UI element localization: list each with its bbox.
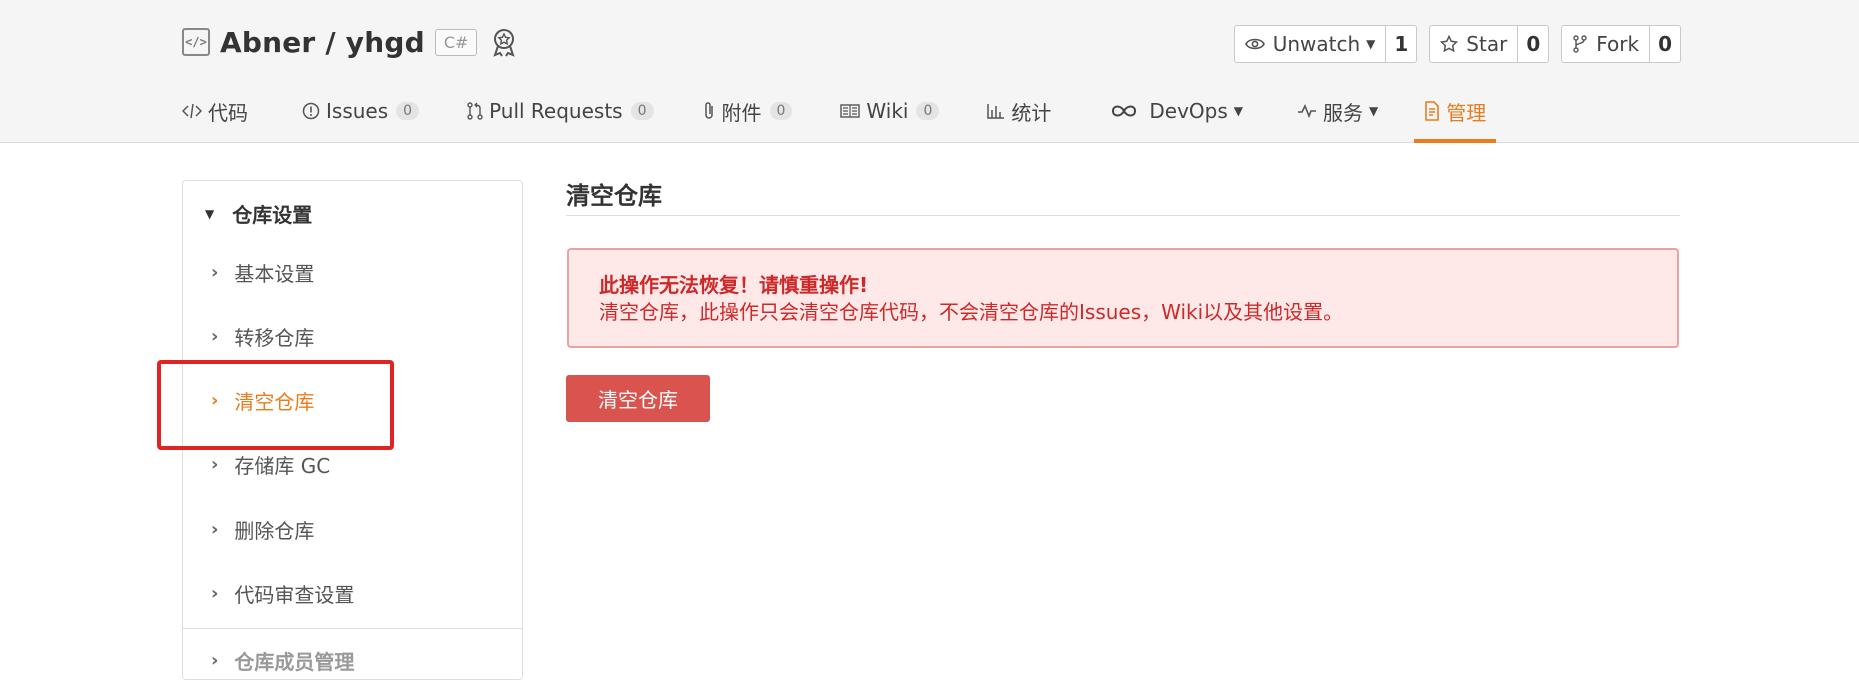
chevron-down-icon: ▼ bbox=[1233, 104, 1244, 118]
sidebar-item-label: 清空仓库 bbox=[234, 390, 315, 414]
infinity-icon bbox=[1111, 104, 1137, 118]
chevron-down-icon: ▼ bbox=[1366, 37, 1376, 51]
paperclip-icon bbox=[702, 101, 716, 121]
tab-code[interactable]: 代码 bbox=[182, 86, 248, 136]
chevron-right-icon: › bbox=[211, 519, 219, 540]
sidebar-item-clear-repo[interactable]: › 清空仓库 bbox=[211, 386, 314, 415]
sidebar-item-delete-repo[interactable]: › 删除仓库 bbox=[211, 515, 314, 544]
tab-manage[interactable]: 管理 bbox=[1414, 86, 1497, 143]
chevron-right-icon: › bbox=[211, 390, 219, 411]
repo-header: </> Abner / yhgd C# Unwatch ▼ 1 Star 0 F… bbox=[0, 0, 1859, 143]
fork-label: Fork bbox=[1596, 32, 1640, 56]
issue-icon bbox=[302, 102, 320, 120]
tab-attachments-label: 附件 bbox=[721, 100, 762, 125]
chevron-right-icon: › bbox=[211, 262, 219, 283]
code-icon bbox=[182, 103, 202, 119]
award-icon[interactable] bbox=[489, 26, 519, 58]
star-label: Star bbox=[1466, 32, 1508, 56]
unwatch-button[interactable]: Unwatch ▼ bbox=[1235, 26, 1387, 62]
star-button[interactable]: Star bbox=[1430, 26, 1519, 62]
tab-pull-requests[interactable]: Pull Requests 0 bbox=[467, 86, 654, 136]
pulse-icon bbox=[1297, 104, 1317, 118]
title-divider bbox=[566, 215, 1680, 216]
unwatch-label: Unwatch bbox=[1272, 32, 1361, 56]
repo-owner-name[interactable]: Abner / yhgd bbox=[220, 26, 425, 59]
sidebar-section-repo-settings[interactable]: ▼ 仓库设置 bbox=[205, 199, 312, 228]
tab-devops[interactable]: DevOps ▼ bbox=[1111, 86, 1243, 136]
pull-request-icon bbox=[467, 102, 483, 120]
watch-count[interactable]: 1 bbox=[1386, 26, 1416, 62]
tab-wiki[interactable]: Wiki 0 bbox=[840, 86, 940, 136]
tab-manage-label: 管理 bbox=[1446, 100, 1487, 125]
tab-statistics[interactable]: 统计 bbox=[987, 86, 1051, 136]
pull-requests-count: 0 bbox=[630, 102, 654, 120]
sidebar-item-label: 转移仓库 bbox=[234, 326, 315, 350]
settings-doc-icon bbox=[1424, 101, 1440, 121]
page-title: 清空仓库 bbox=[566, 182, 662, 210]
star-button-group: Star 0 bbox=[1429, 25, 1550, 63]
sidebar-item-transfer-repo[interactable]: › 转移仓库 bbox=[211, 322, 314, 351]
sidebar-item-label: 代码审查设置 bbox=[234, 583, 355, 607]
book-icon bbox=[840, 103, 861, 119]
issues-count: 0 bbox=[396, 102, 420, 120]
fork-count[interactable]: 0 bbox=[1650, 26, 1680, 62]
sidebar-item-label: 存储库 GC bbox=[234, 454, 331, 478]
chevron-down-icon: ▼ bbox=[1369, 104, 1379, 118]
tab-pull-requests-label: Pull Requests bbox=[489, 99, 623, 123]
sidebar-divider bbox=[183, 628, 522, 629]
alert-title: 此操作无法恢复！请慎重操作! bbox=[599, 273, 869, 297]
sidebar-item-label: 基本设置 bbox=[234, 262, 315, 286]
sidebar-section-title: 仓库设置 bbox=[232, 203, 313, 227]
fork-icon bbox=[1572, 35, 1588, 53]
chevron-right-icon: › bbox=[211, 583, 219, 604]
sidebar-section-member-management[interactable]: › 仓库成员管理 bbox=[211, 646, 354, 675]
chevron-right-icon: › bbox=[211, 326, 219, 347]
wiki-count: 0 bbox=[916, 102, 940, 120]
tab-services-label: 服务 bbox=[1323, 100, 1364, 125]
star-icon bbox=[1440, 35, 1459, 53]
sidebar-section-label: 仓库成员管理 bbox=[234, 650, 355, 674]
clear-repo-button[interactable]: 清空仓库 bbox=[566, 375, 710, 422]
tab-issues[interactable]: Issues 0 bbox=[302, 86, 420, 136]
fork-button[interactable]: Fork bbox=[1562, 26, 1651, 62]
sidebar-item-basic-settings[interactable]: › 基本设置 bbox=[211, 258, 314, 287]
code-repo-icon: </> bbox=[182, 28, 210, 56]
tab-issues-label: Issues bbox=[326, 99, 389, 123]
bar-chart-icon bbox=[987, 103, 1005, 119]
warning-alert: 此操作无法恢复！请慎重操作! 清空仓库，此操作只会清空仓库代码，不会清空仓库的I… bbox=[567, 248, 1679, 348]
repo-nav-tabs: 代码 Issues 0 Pull Requests 0 附件 0 Wiki 0 … bbox=[182, 86, 1534, 143]
sidebar-item-storage-gc[interactable]: › 存储库 GC bbox=[211, 450, 330, 479]
tab-wiki-label: Wiki bbox=[866, 99, 909, 123]
repo-actions: Unwatch ▼ 1 Star 0 Fork 0 bbox=[1233, 25, 1681, 63]
sidebar-item-code-review-settings[interactable]: › 代码审查设置 bbox=[211, 579, 354, 608]
sidebar-item-label: 删除仓库 bbox=[234, 519, 315, 543]
settings-sidebar: ▼ 仓库设置 › 基本设置 › 转移仓库 › 清空仓库 › 存储库 GC › 删… bbox=[182, 180, 523, 680]
fork-button-group: Fork 0 bbox=[1561, 25, 1681, 63]
attachments-count: 0 bbox=[769, 102, 793, 120]
tab-devops-label: DevOps bbox=[1149, 99, 1228, 123]
eye-icon bbox=[1244, 37, 1265, 51]
tab-attachments[interactable]: 附件 0 bbox=[702, 86, 793, 136]
tab-statistics-label: 统计 bbox=[1011, 100, 1052, 125]
unwatch-button-group: Unwatch ▼ 1 bbox=[1233, 25, 1418, 63]
repo-title-bar: </> Abner / yhgd C# bbox=[182, 20, 519, 64]
star-count[interactable]: 0 bbox=[1518, 26, 1548, 62]
caret-down-icon: ▼ bbox=[205, 206, 215, 221]
language-badge: C# bbox=[434, 28, 478, 56]
tab-code-label: 代码 bbox=[208, 100, 248, 125]
chevron-right-icon: › bbox=[211, 454, 219, 475]
tab-services[interactable]: 服务 ▼ bbox=[1297, 86, 1378, 136]
alert-message: 清空仓库，此操作只会清空仓库代码，不会清空仓库的Issues，Wiki以及其他设… bbox=[599, 300, 1344, 324]
chevron-right-icon: › bbox=[211, 650, 219, 671]
